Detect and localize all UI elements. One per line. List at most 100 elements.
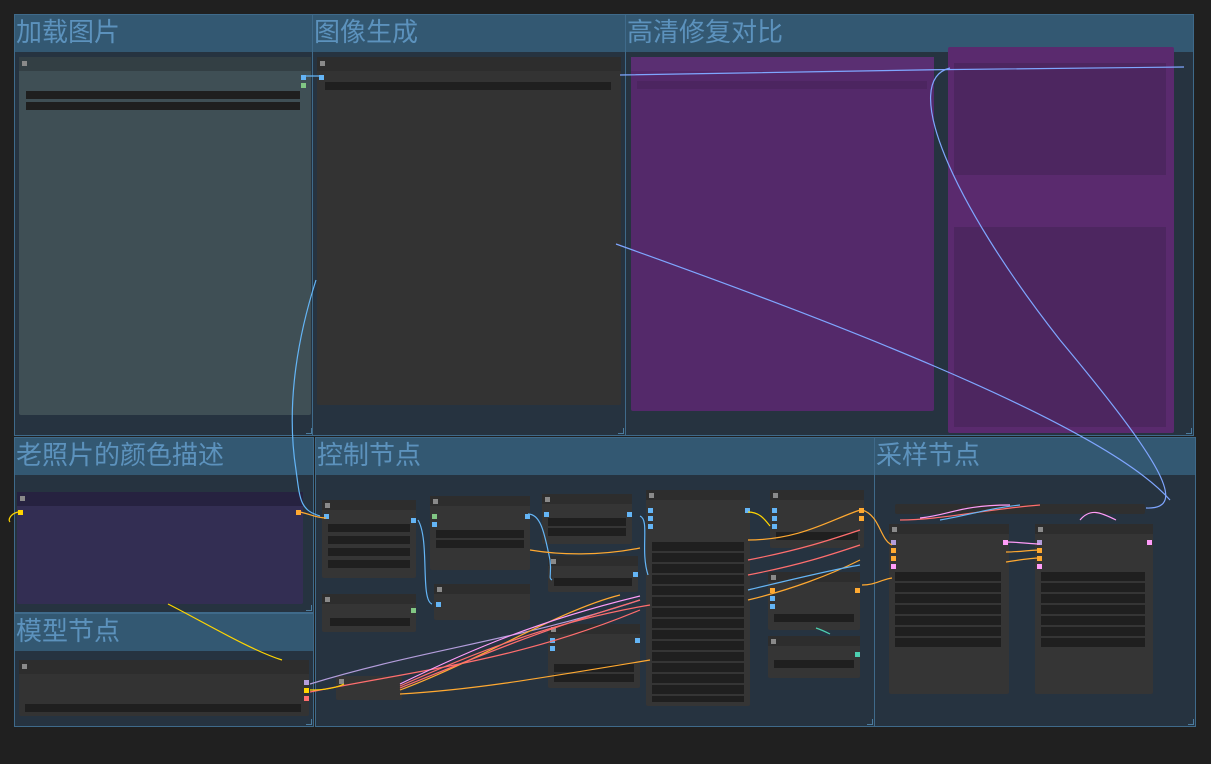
node-title-bar[interactable] [770,490,864,500]
control-node-10[interactable] [768,636,860,678]
input-port[interactable] [648,524,653,529]
control-tall-node[interactable] [646,490,750,706]
node-title-bar[interactable] [17,492,303,506]
input-port[interactable] [1037,540,1042,545]
output-port[interactable] [411,608,416,613]
list-widget-2[interactable] [954,227,1166,427]
group-resize-handle-icon[interactable] [618,428,624,434]
group-resize-handle-icon[interactable] [306,605,312,611]
output-port[interactable] [627,512,632,517]
node-collapse-icon[interactable] [649,493,654,498]
input-port[interactable] [891,548,896,553]
model-output-port[interactable] [304,680,309,685]
group-control-nodes[interactable]: 控制节点 [315,437,875,727]
widget-list[interactable] [1041,572,1145,648]
node-collapse-icon[interactable] [325,597,330,602]
node-collapse-icon[interactable] [437,587,442,592]
widget[interactable] [554,664,634,672]
image-select-widget[interactable] [26,91,300,99]
group-resize-handle-icon[interactable] [306,719,312,725]
input-port[interactable] [550,638,555,643]
widget[interactable] [554,578,632,586]
node-collapse-icon[interactable] [771,639,776,644]
node-collapse-icon[interactable] [773,493,778,498]
control-node-3[interactable] [430,496,530,570]
input-port[interactable] [544,512,549,517]
widget[interactable] [774,660,854,668]
output-port[interactable] [635,638,640,643]
vae-output-port[interactable] [304,696,309,701]
group-sampler-nodes[interactable]: 采样节点 [874,437,1196,727]
node-title-bar[interactable] [317,57,621,71]
output-port[interactable] [525,514,530,519]
output-port[interactable] [855,588,860,593]
output-port[interactable] [859,508,864,513]
color-prompt-node[interactable] [17,492,303,604]
checkpoint-name-widget[interactable] [25,704,301,712]
mask-output-port[interactable] [301,83,306,88]
node-collapse-icon[interactable] [325,503,330,508]
node-collapse-icon[interactable] [22,61,27,66]
conditioning-output-port[interactable] [296,510,301,515]
widget[interactable] [548,518,626,526]
preview-image-node[interactable] [317,57,621,405]
group-header[interactable]: 采样节点 [875,438,1195,475]
input-port[interactable] [772,508,777,513]
output-port[interactable] [1147,540,1152,545]
node-title-bar[interactable] [768,572,860,582]
node-title-bar[interactable] [646,490,750,500]
clip-input-port[interactable] [18,510,23,515]
input-port[interactable] [432,514,437,519]
group-image-gen[interactable]: 图像生成 [312,14,626,436]
group-header[interactable]: 老照片的颜色描述 [15,438,313,475]
widget[interactable] [554,674,634,682]
group-resize-handle-icon[interactable] [867,719,873,725]
group-resize-handle-icon[interactable] [1186,428,1192,434]
node-title-bar[interactable] [548,624,640,634]
input-port[interactable] [1037,556,1042,561]
widget-list[interactable] [895,572,1001,648]
widget[interactable] [776,532,858,540]
group-color-desc[interactable]: 老照片的颜色描述 [14,437,314,613]
filename-widget[interactable] [325,82,611,90]
output-port[interactable] [745,508,750,513]
input-port[interactable] [772,516,777,521]
node-graph-canvas[interactable]: 加载图片 图像生成 高清修复对比 老照片的颜色描述 模型节点 控制节点 采样节点 [0,0,1211,764]
node-collapse-icon[interactable] [771,575,776,580]
input-port[interactable] [891,564,896,569]
node-title-bar[interactable] [19,57,311,71]
control-node-1[interactable] [322,500,416,578]
group-header[interactable]: 模型节点 [15,614,313,651]
input-port[interactable] [436,602,441,607]
output-port[interactable] [633,572,638,577]
reroute-chain[interactable] [895,504,1145,514]
input-port[interactable] [648,508,653,513]
node-title-bar[interactable] [542,494,632,504]
input-port[interactable] [770,588,775,593]
node-title-bar[interactable] [434,584,530,594]
compare-slider-widget[interactable] [637,81,927,89]
input-port[interactable] [432,522,437,527]
input-port[interactable] [1037,548,1042,553]
node-title-bar[interactable] [19,660,309,674]
group-header[interactable]: 控制节点 [316,438,874,475]
input-port[interactable] [770,604,775,609]
node-collapse-icon[interactable] [22,664,27,669]
widget[interactable] [774,614,854,622]
group-load-image[interactable]: 加载图片 [14,14,314,436]
input-port[interactable] [1037,564,1042,569]
node-title-bar[interactable] [889,524,1009,534]
clip-output-port[interactable] [304,688,309,693]
input-port[interactable] [648,516,653,521]
group-hires-compare[interactable]: 高清修复对比 [625,14,1194,436]
output-port[interactable] [411,518,416,523]
node-title-bar[interactable] [768,636,860,646]
node-title-bar[interactable] [548,556,638,566]
node-collapse-icon[interactable] [339,679,344,684]
images-input-port[interactable] [319,75,324,80]
output-port[interactable] [859,516,864,521]
node-title-bar[interactable] [322,594,416,604]
load-image-node[interactable] [19,57,311,415]
node-collapse-icon[interactable] [551,627,556,632]
node-collapse-icon[interactable] [551,559,556,564]
